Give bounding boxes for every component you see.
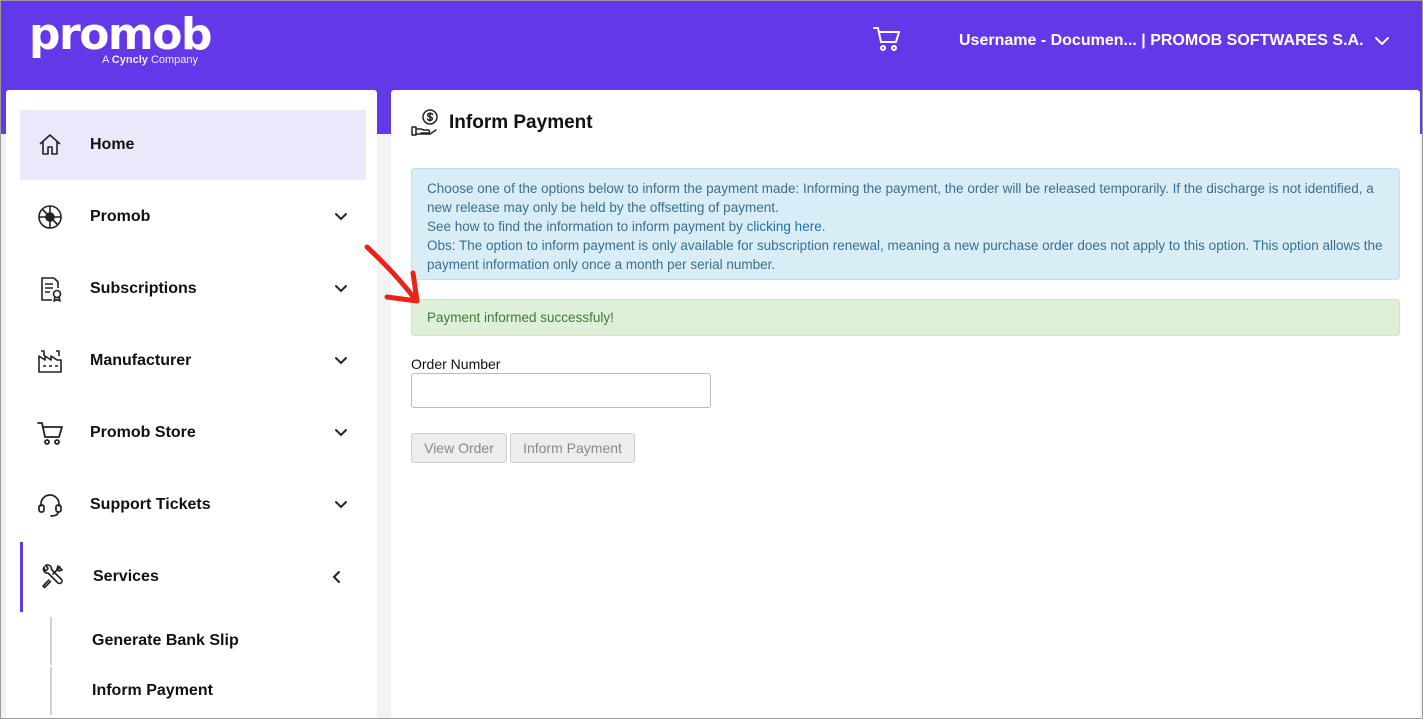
submenu-line xyxy=(50,667,52,715)
subscription-icon xyxy=(41,277,62,302)
sidebar-item-label: Subscriptions xyxy=(90,280,197,297)
success-message: Payment informed successfuly! xyxy=(427,310,614,325)
chevron-down-icon xyxy=(335,501,347,509)
order-number-label: Order Number xyxy=(411,356,501,372)
order-number-input[interactable] xyxy=(411,373,711,408)
promob-icon xyxy=(38,205,62,229)
sidebar-item-label: Home xyxy=(90,136,135,153)
page-title: Inform Payment xyxy=(449,112,593,133)
sidebar-item-support-tickets[interactable]: Support Tickets xyxy=(20,470,366,540)
chevron-down-icon xyxy=(335,213,347,221)
info-text-3: Obs: The option to inform payment is onl… xyxy=(427,238,1383,272)
view-order-button[interactable]: View Order xyxy=(411,433,507,463)
sidebar-item-home[interactable]: Home xyxy=(20,110,366,180)
cart-icon[interactable] xyxy=(873,26,901,52)
chevron-down-icon xyxy=(1374,37,1389,46)
home-icon xyxy=(39,134,61,155)
user-menu[interactable]: Username - Documen... | PROMOB SOFTWARES… xyxy=(959,32,1390,50)
page-header: Inform Payment xyxy=(410,108,593,138)
chevron-down-icon xyxy=(335,285,347,293)
chevron-down-icon xyxy=(335,357,347,365)
sidebar-subitem-generate-bank-slip[interactable]: Generate Bank Slip xyxy=(92,632,239,650)
info-alert: Choose one of the options below to infor… xyxy=(411,168,1400,280)
sidebar-item-label: Manufacturer xyxy=(90,352,192,369)
sidebar-item-label: Support Tickets xyxy=(90,496,211,513)
factory-icon xyxy=(38,350,62,373)
logo-tagline: A Cyncly Company xyxy=(102,54,199,66)
sidebar-item-manufacturer[interactable]: Manufacturer xyxy=(20,326,366,396)
sidebar-item-subscriptions[interactable]: Subscriptions xyxy=(20,254,366,324)
tools-icon xyxy=(42,564,63,589)
sidebar: Home Promob Subscriptions Manufacturer P… xyxy=(6,90,377,718)
logo-wordmark: promob xyxy=(29,9,213,60)
main-panel: Inform Payment Choose one of the options… xyxy=(391,90,1420,718)
sidebar-item-label: Promob Store xyxy=(90,424,196,441)
sidebar-item-label: Services xyxy=(93,568,159,585)
info-text-2: See how to find the information to infor… xyxy=(427,219,826,234)
chevron-down-icon xyxy=(335,429,347,437)
sidebar-item-promob[interactable]: Promob xyxy=(20,182,366,252)
clicking-here-link[interactable]: clicking here xyxy=(747,219,822,234)
user-label: Username - Documen... | PROMOB SOFTWARES… xyxy=(959,32,1364,49)
success-alert: Payment informed successfuly! xyxy=(411,299,1400,336)
sidebar-item-promob-store[interactable]: Promob Store xyxy=(20,398,366,468)
active-indicator xyxy=(20,542,23,612)
chevron-left-icon xyxy=(332,571,340,583)
submenu-line xyxy=(50,617,52,665)
headset-icon xyxy=(38,494,62,517)
cart-icon xyxy=(37,422,63,445)
info-text-1: Choose one of the options below to infor… xyxy=(427,181,1374,215)
sidebar-subitem-inform-payment[interactable]: Inform Payment xyxy=(92,682,213,700)
inform-payment-button[interactable]: Inform Payment xyxy=(510,433,635,463)
payment-hand-icon xyxy=(411,109,438,136)
app-window: promob A Cyncly Company Username - Docum… xyxy=(0,0,1423,719)
sidebar-item-label: Promob xyxy=(90,208,151,225)
sidebar-item-services[interactable]: Services xyxy=(20,542,366,612)
logo[interactable]: promob A Cyncly Company xyxy=(29,9,213,67)
